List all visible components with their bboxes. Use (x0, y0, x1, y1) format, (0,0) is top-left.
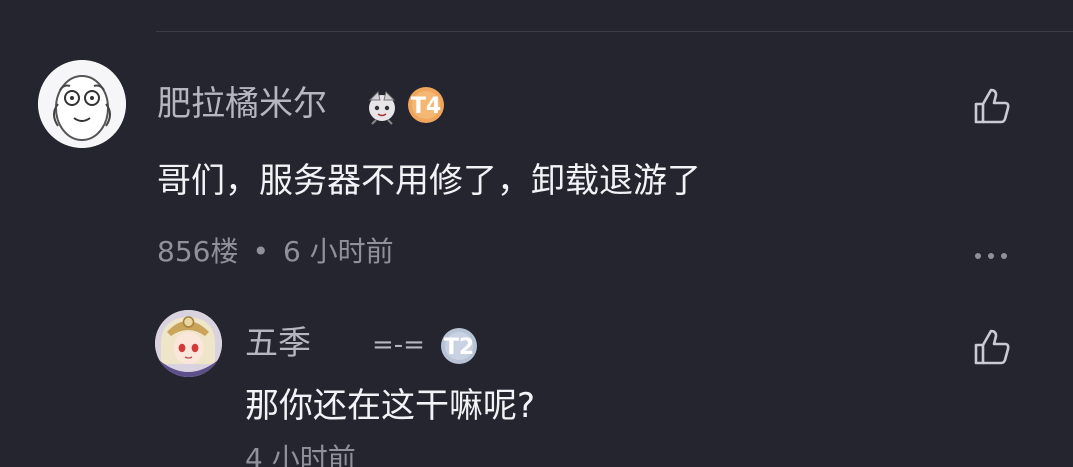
floor-number: 856楼 (157, 235, 239, 268)
level-badge-t4-icon: T4 (408, 87, 444, 123)
comment-content: 哥们，服务器不用修了，卸载退游了 (157, 161, 701, 201)
level-badge-t4-text: T4 (411, 94, 441, 119)
reply-user-avatar[interactable] (155, 310, 222, 377)
comment-thread: 肥拉橘米尔 T4 哥们，服务器不用修了，卸载退游了 856楼 • 6 小时前 五… (0, 0, 1073, 467)
anime-character-avatar-icon (155, 310, 222, 377)
comment-time: 6 小时前 (282, 235, 394, 268)
reply-content: 那你还在这干嘛呢? (245, 386, 536, 426)
divider (156, 31, 1073, 32)
meme-face-avatar-icon (38, 60, 126, 148)
chibi-character-badge-icon (368, 91, 396, 125)
level-badge-t2-text: T2 (444, 335, 474, 360)
comment-username[interactable]: 肥拉橘米尔 (157, 84, 327, 124)
reply-username[interactable]: 五季 (245, 323, 311, 363)
comment-meta: 856楼 • 6 小时前 (157, 235, 394, 269)
reply-signature: =-= (372, 330, 425, 360)
reply-time: 4 小时前 (245, 442, 356, 467)
user-avatar[interactable] (38, 60, 126, 148)
reply-thumbs-up-icon[interactable] (970, 325, 1014, 369)
more-options-icon[interactable] (972, 248, 1012, 264)
thumbs-up-icon[interactable] (970, 84, 1014, 128)
level-badge-t2-icon: T2 (441, 328, 477, 364)
meta-separator: • (252, 235, 269, 268)
